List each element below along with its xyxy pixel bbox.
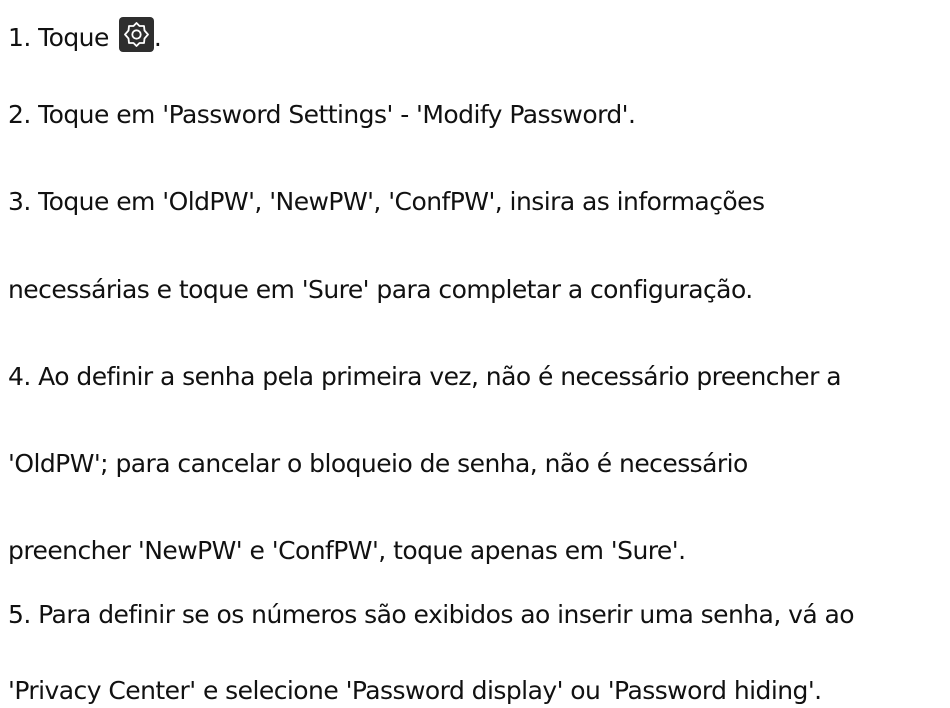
step-5-line-2: 'Privacy Center' e selecione 'Password d… <box>8 676 822 705</box>
step-4-line-1: 4. Ao definir a senha pela primeira vez,… <box>8 362 842 391</box>
step-2-line: 2. Toque em 'Password Settings' - 'Modif… <box>8 100 636 129</box>
step-3-line-2: necessárias e toque em 'Sure' para compl… <box>8 275 753 304</box>
step-1-period: . <box>153 23 162 52</box>
step-4-line-3: preencher 'NewPW' e 'ConfPW', toque apen… <box>8 536 686 565</box>
step-1-text: 1. Toque <box>8 23 109 52</box>
settings-gear-icon <box>118 17 154 52</box>
step-1-line: 1. Toque . <box>8 17 162 53</box>
step-3-line-1: 3. Toque em 'OldPW', 'NewPW', 'ConfPW', … <box>8 187 765 216</box>
step-4-line-2: 'OldPW'; para cancelar o bloqueio de sen… <box>8 449 748 478</box>
step-5-line-1: 5. Para definir se os números são exibid… <box>8 600 855 629</box>
